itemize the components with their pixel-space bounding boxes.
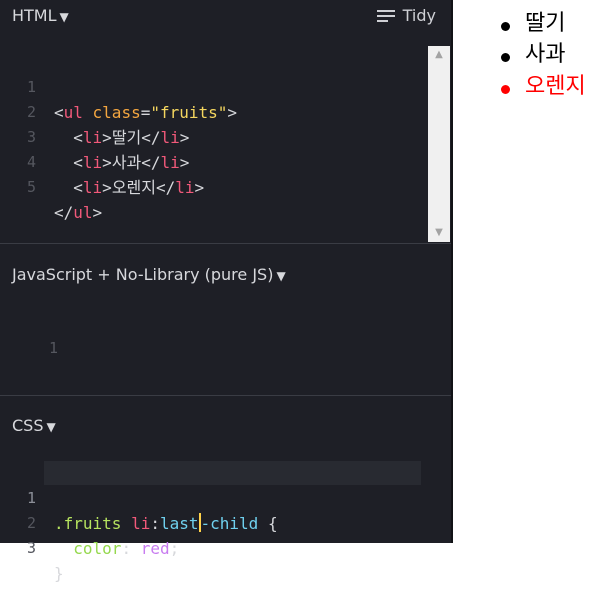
- code-line: 1: [0, 311, 77, 357]
- code-token: </: [141, 153, 161, 172]
- tidy-label: Tidy: [402, 6, 436, 25]
- code-token: >: [179, 128, 190, 147]
- list-item: 딸기: [525, 11, 566, 36]
- code-line: 3 <li>사과</li>: [0, 100, 189, 172]
- code-token: li: [82, 178, 103, 197]
- js-panel-title-button[interactable]: JavaScript + No-Library (pure JS) ▼: [12, 265, 286, 284]
- code-token: >: [179, 153, 190, 172]
- chevron-down-icon: ▼: [276, 269, 286, 283]
- code-token: color: [73, 539, 122, 558]
- css-panel-title-button[interactable]: CSS ▼: [12, 416, 56, 435]
- code-token: >: [194, 178, 205, 197]
- code-token: li: [160, 153, 180, 172]
- list-item: 오렌지: [525, 74, 586, 99]
- code-line: 2 <li>딸기</li>: [0, 75, 189, 147]
- code-token: red: [140, 539, 170, 558]
- code-token: >: [102, 153, 112, 172]
- line-number: 5: [26, 178, 36, 196]
- code-token: :: [121, 539, 141, 558]
- js-code-editor[interactable]: 1: [0, 311, 451, 381]
- line-number: 3: [26, 539, 36, 557]
- code-text: <ul class="fruits">: [54, 100, 237, 125]
- code-token: ul: [73, 203, 93, 222]
- code-token: </: [141, 128, 161, 147]
- code-token: >: [102, 128, 112, 147]
- html-panel-header: HTML ▼ Tidy: [0, 0, 451, 34]
- list-bullet: [501, 53, 510, 62]
- code-line: 4 <li>오렌지</li>: [0, 125, 204, 197]
- html-panel: HTML ▼ Tidy 1 <ul class="fruits"> 2 <li>딸…: [0, 0, 451, 243]
- css-panel: CSS ▼ 1 .fruits li:last -child { 2 color: …: [0, 410, 451, 583]
- code-token: 사과: [111, 153, 142, 172]
- code-token: >: [92, 203, 103, 222]
- code-text: .fruits li:last -child {: [54, 511, 278, 536]
- js-panel-title: JavaScript + No-Library (pure JS): [12, 265, 274, 284]
- chevron-down-icon: ▼: [46, 420, 56, 434]
- code-line: 3 }: [0, 511, 77, 583]
- code-token: li: [82, 153, 103, 172]
- code-token: ;: [169, 539, 180, 558]
- editor-pane: HTML ▼ Tidy 1 <ul class="fruits"> 2 <li>딸…: [0, 0, 451, 583]
- code-token: {: [258, 514, 278, 533]
- code-token: >: [102, 178, 112, 197]
- code-token: 딸기: [111, 128, 142, 147]
- code-token: :: [150, 514, 160, 533]
- code-line: 5 </ul>: [0, 150, 102, 222]
- js-panel-header: JavaScript + No-Library (pure JS) ▼: [0, 259, 451, 293]
- code-line: 1 <ul class="fruits">: [0, 50, 237, 122]
- code-token: last: [159, 514, 199, 533]
- css-code-editor[interactable]: 1 .fruits li:last -child { 2 color: red; …: [0, 461, 451, 583]
- code-token: "fruits": [150, 103, 228, 122]
- code-token: -child: [200, 514, 259, 533]
- code-token: li: [131, 514, 151, 533]
- html-panel-title-button[interactable]: HTML ▼: [12, 6, 69, 25]
- code-line: 1 .fruits li:last -child {: [0, 461, 278, 533]
- code-token: li: [160, 128, 180, 147]
- code-text: </ul>: [54, 200, 102, 225]
- code-line: 2 color: red;: [0, 486, 179, 558]
- code-token: >: [227, 103, 238, 122]
- align-left-icon: [376, 9, 395, 22]
- result-preview: 딸기 사과 오렌지: [453, 0, 605, 543]
- code-token: </: [155, 178, 176, 197]
- list-bullet: [501, 22, 510, 31]
- code-text: }: [54, 561, 64, 586]
- chevron-down-icon: ▼: [59, 10, 69, 24]
- code-token: li: [175, 178, 195, 197]
- css-panel-title: CSS: [12, 416, 44, 435]
- panel-divider[interactable]: [0, 243, 451, 244]
- code-token: }: [54, 564, 64, 583]
- triangle-down-icon[interactable]: ▼: [428, 224, 450, 242]
- line-number: 1: [48, 339, 58, 357]
- code-token: </: [54, 203, 74, 222]
- html-panel-title: HTML: [12, 6, 57, 25]
- html-editor-scrollbar[interactable]: ▲ ▼: [428, 46, 450, 242]
- panel-divider[interactable]: [0, 395, 451, 396]
- html-code-editor[interactable]: 1 <ul class="fruits"> 2 <li>딸기</li> 3 <l…: [0, 50, 451, 240]
- list-bullet: [501, 85, 510, 94]
- code-token: 오렌지: [111, 178, 156, 197]
- code-token: li: [82, 128, 103, 147]
- list-item: 사과: [525, 42, 566, 67]
- js-panel: JavaScript + No-Library (pure JS) ▼ 1: [0, 259, 451, 395]
- code-token: class: [82, 103, 141, 122]
- code-token: =: [140, 103, 151, 122]
- css-panel-header: CSS ▼: [0, 410, 451, 444]
- tidy-button[interactable]: Tidy: [376, 6, 436, 25]
- triangle-up-icon[interactable]: ▲: [428, 46, 450, 64]
